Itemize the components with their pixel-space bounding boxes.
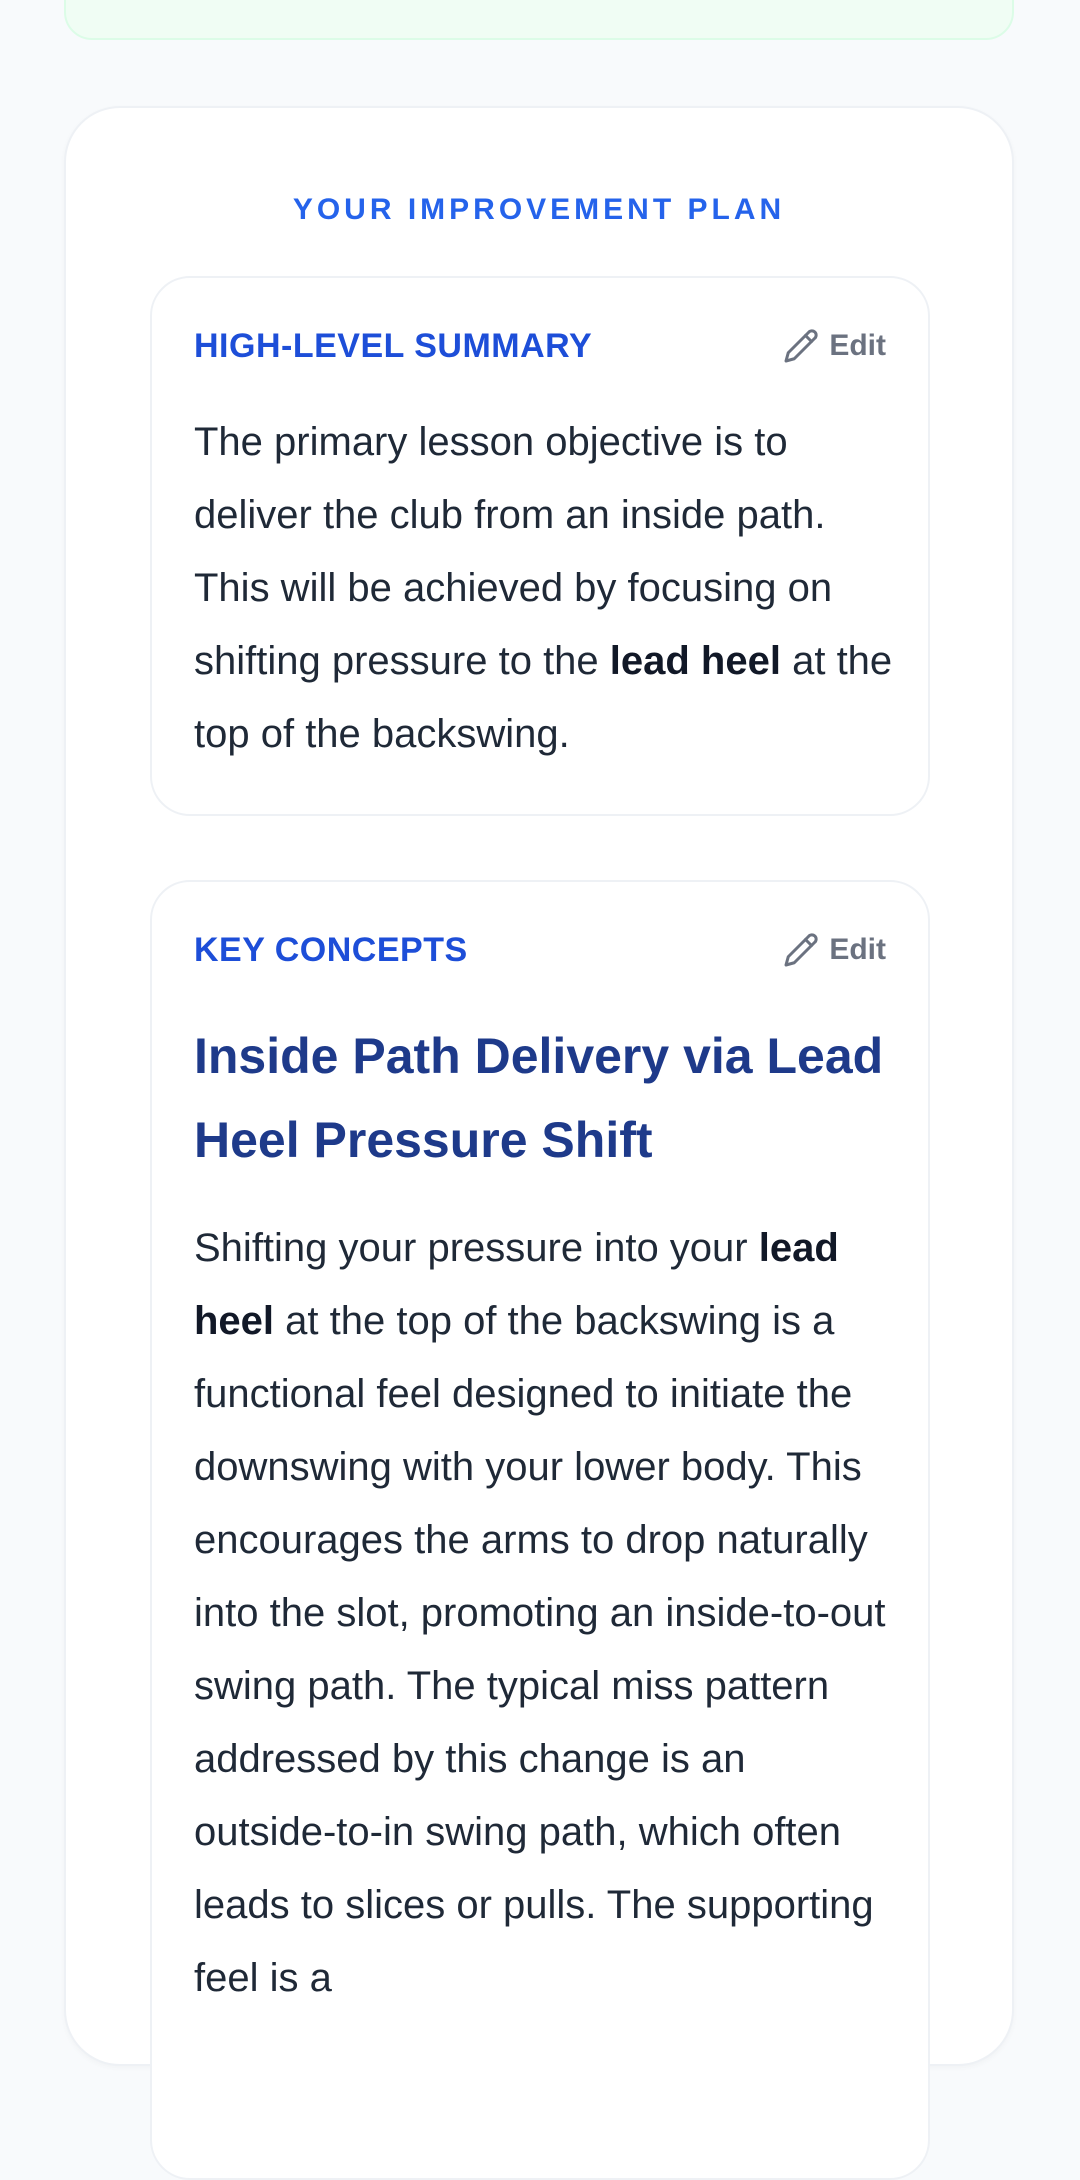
pencil-icon bbox=[784, 933, 818, 967]
key-concepts-section: KEY CONCEPTS Edit Inside Path Delivery v… bbox=[150, 880, 930, 2180]
concepts-edit-button[interactable]: Edit bbox=[783, 932, 886, 968]
summary-header: HIGH-LEVEL SUMMARY Edit bbox=[194, 326, 886, 366]
success-banner bbox=[64, 0, 1014, 40]
pencil-icon bbox=[784, 329, 818, 363]
concepts-edit-label: Edit bbox=[829, 933, 886, 966]
summary-label: HIGH-LEVEL SUMMARY bbox=[194, 326, 593, 365]
high-level-summary-section: HIGH-LEVEL SUMMARY Edit The primary less… bbox=[150, 276, 930, 816]
concepts-label: KEY CONCEPTS bbox=[194, 930, 468, 969]
summary-edit-label: Edit bbox=[829, 329, 886, 362]
plan-title: YOUR IMPROVEMENT PLAN bbox=[292, 193, 786, 226]
summary-edit-button[interactable]: Edit bbox=[783, 328, 886, 364]
concept-title: Inside Path Delivery via Lead Heel Press… bbox=[194, 1028, 884, 1168]
summary-emphasis: lead heel bbox=[609, 639, 781, 683]
concepts-header: KEY CONCEPTS Edit bbox=[194, 930, 886, 970]
improvement-plan-card: YOUR IMPROVEMENT PLAN HIGH-LEVEL SUMMARY… bbox=[64, 106, 1014, 2180]
concept-text: Shifting your pressure into your lead he… bbox=[194, 1226, 886, 2000]
summary-text: The primary lesson objective is to deliv… bbox=[194, 420, 893, 756]
